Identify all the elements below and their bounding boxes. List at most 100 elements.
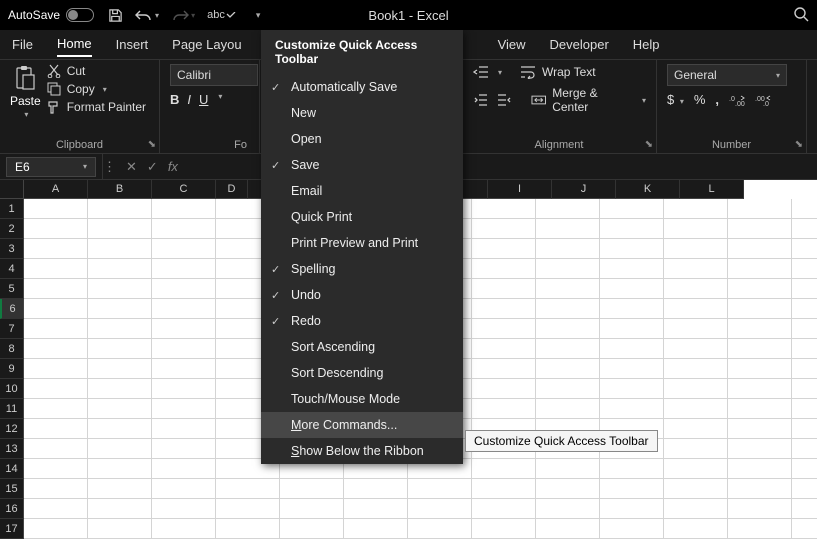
menu-item[interactable]: Show Below the Ribbon — [261, 438, 463, 464]
cell[interactable] — [728, 239, 792, 259]
cell[interactable] — [664, 399, 728, 419]
column-header[interactable]: B — [88, 180, 152, 199]
cell[interactable] — [24, 419, 88, 439]
menu-item[interactable]: ✓Undo — [261, 282, 463, 308]
cell[interactable] — [600, 459, 664, 479]
row-header[interactable]: 2 — [0, 219, 24, 239]
cell[interactable] — [536, 299, 600, 319]
row-header[interactable]: 10 — [0, 379, 24, 399]
cell[interactable] — [728, 219, 792, 239]
cell[interactable] — [664, 479, 728, 499]
cancel-icon[interactable]: ✕ — [126, 159, 137, 175]
cell[interactable] — [792, 279, 817, 299]
cell[interactable] — [88, 319, 152, 339]
cell[interactable] — [472, 499, 536, 519]
cell[interactable] — [600, 359, 664, 379]
menu-item[interactable]: Touch/Mouse Mode — [261, 386, 463, 412]
tab-view[interactable]: View — [498, 33, 526, 56]
row-header[interactable]: 6 — [0, 299, 24, 319]
cell[interactable] — [536, 279, 600, 299]
cell[interactable] — [664, 259, 728, 279]
cell[interactable] — [88, 459, 152, 479]
row-header[interactable]: 11 — [0, 399, 24, 419]
cell[interactable] — [472, 359, 536, 379]
cell[interactable] — [792, 359, 817, 379]
cell[interactable] — [152, 279, 216, 299]
cell[interactable] — [88, 259, 152, 279]
cell[interactable] — [728, 199, 792, 219]
cell[interactable] — [216, 499, 280, 519]
cell[interactable] — [472, 459, 536, 479]
cell[interactable] — [728, 519, 792, 539]
cell[interactable] — [152, 499, 216, 519]
cell[interactable] — [792, 419, 817, 439]
cell[interactable] — [536, 399, 600, 419]
cell[interactable] — [280, 479, 344, 499]
cell[interactable] — [472, 379, 536, 399]
cell[interactable] — [664, 519, 728, 539]
menu-item[interactable]: More Commands... — [261, 412, 463, 438]
name-box-splitter[interactable]: ⋮ — [102, 154, 116, 179]
cell[interactable] — [792, 519, 817, 539]
dialog-launcher-icon[interactable]: ⬊ — [148, 139, 156, 150]
cell[interactable] — [24, 359, 88, 379]
menu-item[interactable]: Email — [261, 178, 463, 204]
column-header[interactable]: C — [152, 180, 216, 199]
cell[interactable] — [24, 299, 88, 319]
save-icon[interactable] — [108, 8, 123, 23]
cell[interactable] — [792, 299, 817, 319]
cell[interactable] — [152, 219, 216, 239]
cell[interactable] — [728, 439, 792, 459]
cell[interactable] — [792, 479, 817, 499]
cell[interactable] — [728, 339, 792, 359]
cell[interactable] — [24, 239, 88, 259]
column-header[interactable]: D — [216, 180, 248, 199]
cell[interactable] — [24, 499, 88, 519]
cell[interactable] — [344, 499, 408, 519]
menu-item[interactable]: Sort Ascending — [261, 334, 463, 360]
cell[interactable] — [24, 519, 88, 539]
currency-button[interactable]: $ ▾ — [667, 92, 684, 107]
cell[interactable] — [600, 299, 664, 319]
tab-page-layout[interactable]: Page Layou — [172, 33, 241, 56]
row-header[interactable]: 1 — [0, 199, 24, 219]
cell[interactable] — [216, 519, 280, 539]
cell[interactable] — [664, 379, 728, 399]
cell[interactable] — [664, 219, 728, 239]
cell[interactable] — [728, 319, 792, 339]
search-icon[interactable] — [793, 6, 809, 22]
cell[interactable] — [472, 219, 536, 239]
dialog-launcher-icon[interactable]: ⬊ — [795, 139, 803, 150]
select-all-corner[interactable] — [0, 180, 24, 199]
cell[interactable] — [88, 279, 152, 299]
decrease-decimal-icon[interactable]: .00.0 — [755, 93, 771, 107]
cell[interactable] — [536, 459, 600, 479]
fx-icon[interactable]: fx — [168, 159, 178, 174]
cell[interactable] — [88, 219, 152, 239]
menu-item[interactable]: ✓Spelling — [261, 256, 463, 282]
cell[interactable] — [152, 439, 216, 459]
cell[interactable] — [408, 519, 472, 539]
cell[interactable] — [88, 359, 152, 379]
cell[interactable] — [792, 319, 817, 339]
cell[interactable] — [728, 499, 792, 519]
merge-center-button[interactable]: Merge & Center ▾ — [531, 86, 646, 114]
cell[interactable] — [152, 399, 216, 419]
cell[interactable] — [664, 459, 728, 479]
menu-item[interactable]: Quick Print — [261, 204, 463, 230]
cell[interactable] — [536, 219, 600, 239]
format-painter-button[interactable]: Format Painter — [47, 100, 146, 114]
indent-right-icon[interactable] — [495, 92, 512, 108]
cell[interactable] — [792, 339, 817, 359]
cell[interactable] — [728, 419, 792, 439]
cell[interactable] — [664, 299, 728, 319]
decrease-indent-icon[interactable] — [472, 64, 490, 80]
enter-icon[interactable]: ✓ — [147, 159, 158, 175]
wrap-text-button[interactable]: Wrap Text — [520, 65, 596, 79]
spelling-icon[interactable]: abc — [207, 9, 236, 21]
cell[interactable] — [536, 499, 600, 519]
cell[interactable] — [792, 219, 817, 239]
cell[interactable] — [728, 379, 792, 399]
cell[interactable] — [88, 239, 152, 259]
autosave-toggle[interactable]: AutoSave — [8, 8, 94, 22]
